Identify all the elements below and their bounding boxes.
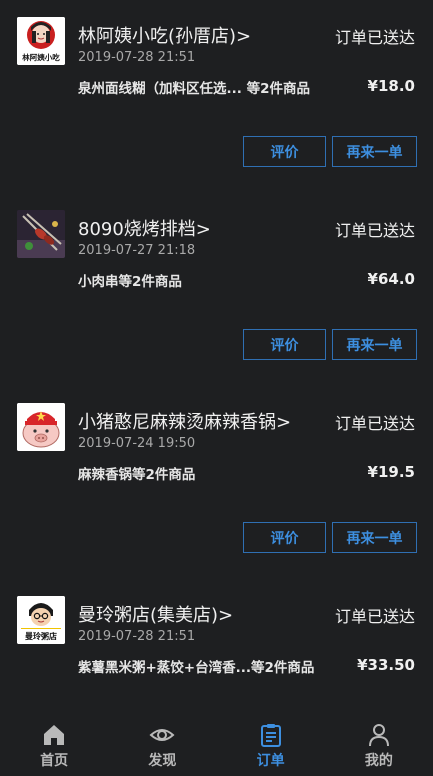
order-list: 林阿姨小吃 林阿姨小吃(孙厝店)> 订单已送达 2019-07-28 21:51… <box>0 0 433 708</box>
order-card[interactable]: 8090烧烤排档> 订单已送达 2019-07-27 21:18 小肉串等2件商… <box>0 193 433 386</box>
order-status: 订单已送达 <box>334 607 415 626</box>
order-time: 2019-07-28 21:51 <box>78 629 196 644</box>
logo-text: 林阿姨小吃 <box>22 52 60 62</box>
review-button[interactable]: 评价 <box>243 522 326 553</box>
order-summary: 小肉串等2件商品 <box>78 274 182 290</box>
bottom-tab-bar: 首页 发现 订单 我的 <box>0 708 433 776</box>
person-icon <box>368 724 389 747</box>
order-card[interactable]: 曼玲粥店 曼玲粥店(集美店)> 订单已送达 2019-07-28 21:51 紫… <box>0 579 433 708</box>
order-summary: 泉州面线糊（加料区任选... 等2件商品 <box>78 81 310 97</box>
tab-label: 首页 <box>40 753 69 769</box>
shop-name-link[interactable]: 林阿姨小吃(孙厝店)> <box>78 22 251 48</box>
order-summary: 麻辣香锅等2件商品 <box>78 467 196 483</box>
shop-name-link[interactable]: 曼玲粥店(集美店)> <box>78 601 233 627</box>
logo-text: 曼玲粥店 <box>25 631 57 641</box>
tab-orders[interactable]: 订单 <box>217 708 325 776</box>
tab-home[interactable]: 首页 <box>0 708 108 776</box>
order-card[interactable]: 小猪憨尼麻辣烫麻辣香锅> 订单已送达 2019-07-24 19:50 麻辣香锅… <box>0 386 433 579</box>
order-summary: 紫薯黑米粥+蒸饺+台湾香...等2件商品 <box>78 660 315 676</box>
shop-logo[interactable] <box>17 403 65 451</box>
shop-logo[interactable] <box>17 210 65 258</box>
order-status: 订单已送达 <box>334 414 415 433</box>
tab-discover[interactable]: 发现 <box>108 708 216 776</box>
review-button[interactable]: 评价 <box>243 329 326 360</box>
shop-logo-image <box>17 403 65 451</box>
shop-logo-image: 林阿姨小吃 <box>17 17 65 65</box>
tab-label: 我的 <box>364 753 393 769</box>
tab-label: 订单 <box>256 753 285 769</box>
order-status: 订单已送达 <box>334 221 415 240</box>
reorder-button[interactable]: 再来一单 <box>332 136 417 167</box>
order-card[interactable]: 林阿姨小吃 林阿姨小吃(孙厝店)> 订单已送达 2019-07-28 21:51… <box>0 0 433 193</box>
review-button[interactable]: 评价 <box>243 136 326 167</box>
reorder-button[interactable]: 再来一单 <box>332 329 417 360</box>
shop-logo-image <box>17 210 65 258</box>
order-status: 订单已送达 <box>334 28 415 47</box>
eye-icon <box>149 729 175 741</box>
shop-logo[interactable]: 林阿姨小吃 <box>17 17 65 65</box>
home-icon <box>44 725 65 745</box>
order-price: ¥18.0 <box>367 77 415 95</box>
order-price: ¥19.5 <box>367 463 415 481</box>
reorder-button[interactable]: 再来一单 <box>332 522 417 553</box>
shop-name-link[interactable]: 小猪憨尼麻辣烫麻辣香锅> <box>78 408 291 434</box>
shop-name-link[interactable]: 8090烧烤排档> <box>78 215 211 241</box>
clipboard-icon <box>260 724 281 747</box>
order-price: ¥33.50 <box>357 656 415 674</box>
order-price: ¥64.0 <box>367 270 415 288</box>
order-time: 2019-07-27 21:18 <box>78 243 196 258</box>
tab-me[interactable]: 我的 <box>325 708 433 776</box>
order-time: 2019-07-28 21:51 <box>78 50 196 65</box>
order-time: 2019-07-24 19:50 <box>78 436 196 451</box>
tab-label: 发现 <box>148 753 177 769</box>
shop-logo-image: 曼玲粥店 <box>17 596 65 644</box>
shop-logo[interactable]: 曼玲粥店 <box>17 596 65 644</box>
